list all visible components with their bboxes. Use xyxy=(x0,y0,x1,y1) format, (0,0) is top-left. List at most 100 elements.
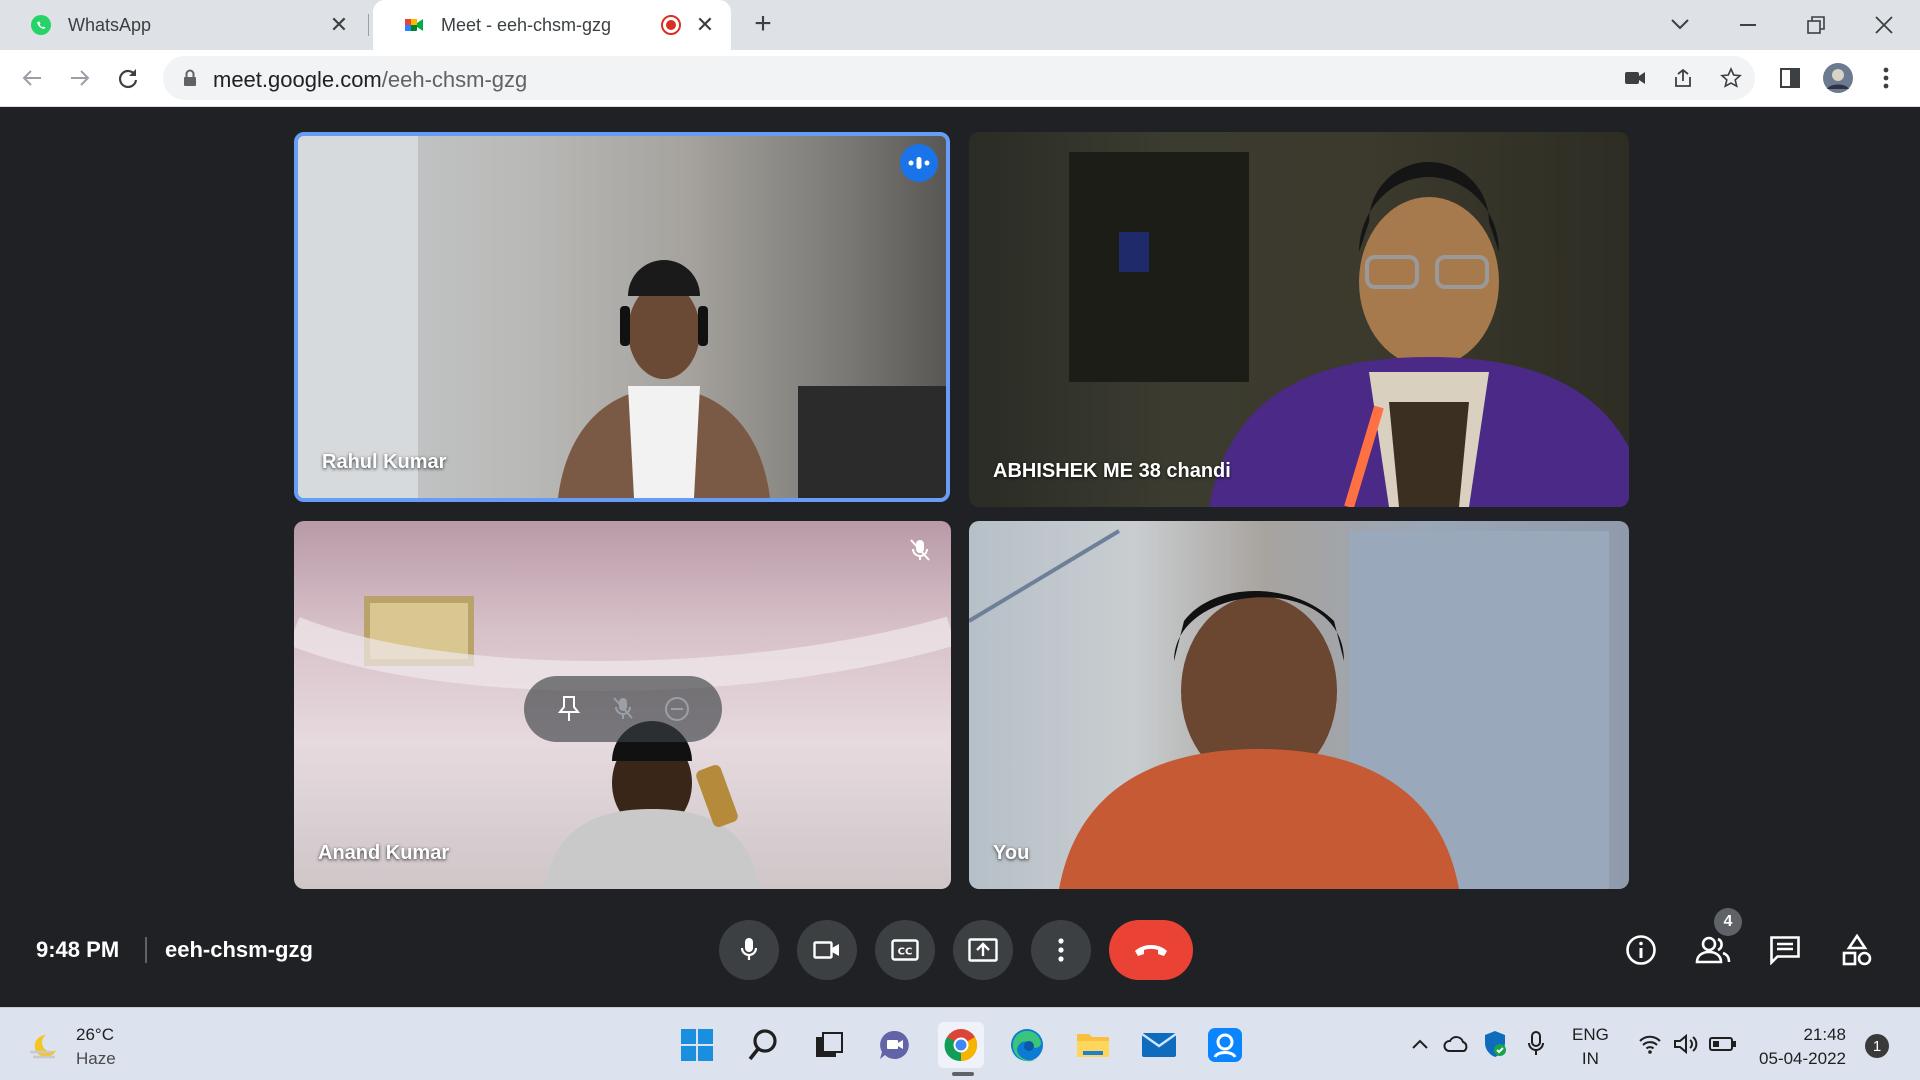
remove-participant-icon[interactable] xyxy=(660,692,694,726)
chrome-icon[interactable] xyxy=(938,1022,984,1068)
store-app-icon[interactable] xyxy=(1202,1022,1248,1068)
weather-description: Haze xyxy=(76,1049,116,1068)
video-feed xyxy=(298,136,946,498)
minimize-icon[interactable] xyxy=(1728,8,1768,42)
meeting-code: eeh-chsm-gzg xyxy=(165,937,313,962)
address-bar[interactable]: meet.google.com/eeh-chsm-gzg xyxy=(163,56,1755,100)
people-icon xyxy=(1695,936,1731,964)
forward-icon[interactable] xyxy=(64,62,96,94)
video-feed xyxy=(1069,152,1629,507)
back-icon[interactable] xyxy=(16,62,48,94)
speaking-indicator-icon xyxy=(900,144,938,182)
more-options-button[interactable] xyxy=(1031,920,1091,980)
bookmark-star-icon[interactable] xyxy=(1719,66,1743,90)
captions-icon: CC xyxy=(891,939,919,961)
recording-icon xyxy=(661,15,681,35)
battery-icon[interactable] xyxy=(1709,1030,1737,1058)
moon-haze-icon xyxy=(30,1034,56,1059)
meeting-time: 9:48 PM xyxy=(36,937,120,962)
edge-icon[interactable] xyxy=(1004,1022,1050,1068)
camera-in-use-icon[interactable] xyxy=(1623,66,1647,90)
weather-temperature: 26°C xyxy=(76,1025,114,1044)
activities-icon xyxy=(1842,934,1872,966)
profile-avatar[interactable] xyxy=(1822,62,1854,94)
participant-tile[interactable]: Rahul Kumar xyxy=(294,132,950,502)
captions-button[interactable]: CC xyxy=(875,920,935,980)
microphone-tray-icon[interactable] xyxy=(1522,1030,1550,1058)
activities-button[interactable] xyxy=(1833,926,1881,974)
task-view-icon[interactable] xyxy=(806,1022,852,1068)
teams-chat-icon[interactable] xyxy=(872,1022,918,1068)
language-code: ENG xyxy=(1572,1025,1609,1044)
close-window-icon[interactable] xyxy=(1864,8,1904,42)
browser-tab-bar: WhatsApp ✕ Meet - eeh-chsm-gzg ✕ + xyxy=(0,0,1920,50)
leave-call-button[interactable] xyxy=(1109,920,1193,980)
meet-stage: Rahul Kumar ABHISHEK ME 38 chandi Anand … xyxy=(0,107,1920,1007)
onedrive-icon[interactable] xyxy=(1443,1030,1471,1058)
tab-divider xyxy=(368,14,369,36)
tab-label: WhatsApp xyxy=(68,14,152,35)
notification-badge[interactable]: 1 xyxy=(1865,1034,1889,1058)
url-text[interactable]: meet.google.com/eeh-chsm-gzg xyxy=(213,67,527,93)
share-icon[interactable] xyxy=(1671,66,1695,90)
start-icon[interactable] xyxy=(674,1022,720,1068)
new-tab-button[interactable]: + xyxy=(748,9,778,40)
info-icon xyxy=(1626,935,1656,965)
present-screen-icon xyxy=(968,938,998,962)
chevron-up-icon[interactable] xyxy=(1406,1030,1434,1058)
reload-icon[interactable] xyxy=(112,62,144,94)
tab-meet[interactable]: Meet - eeh-chsm-gzg ✕ xyxy=(373,0,731,50)
chat-button[interactable] xyxy=(1761,926,1809,974)
tab-search-icon[interactable] xyxy=(1660,8,1700,42)
url-path: /eeh-chsm-gzg xyxy=(381,67,528,92)
divider xyxy=(145,937,147,963)
svg-text:CC: CC xyxy=(898,947,913,958)
active-app-indicator xyxy=(952,1072,974,1076)
close-tab-icon[interactable]: ✕ xyxy=(327,13,351,37)
whatsapp-icon xyxy=(30,14,52,36)
tile-hover-controls xyxy=(524,676,722,742)
search-icon[interactable] xyxy=(740,1022,786,1068)
google-meet-icon xyxy=(403,14,425,36)
meeting-details-button[interactable] xyxy=(1617,926,1665,974)
tab-label: Meet - eeh-chsm-gzg xyxy=(441,14,612,35)
participant-tile[interactable]: You xyxy=(969,521,1629,889)
browser-menu-icon[interactable] xyxy=(1870,62,1902,94)
weather-widget[interactable]: 26°C Haze xyxy=(28,1023,116,1071)
mail-icon[interactable] xyxy=(1136,1022,1182,1068)
more-vert-icon xyxy=(1058,938,1064,962)
security-shield-icon[interactable] xyxy=(1481,1030,1509,1058)
volume-icon[interactable] xyxy=(1672,1030,1700,1058)
camera-icon xyxy=(813,941,839,959)
mute-participant-icon[interactable] xyxy=(606,692,640,726)
camera-button[interactable] xyxy=(797,920,857,980)
chat-icon xyxy=(1770,936,1800,965)
participant-name: Anand Kumar xyxy=(318,842,450,864)
language-indicator[interactable]: ENG IN xyxy=(1572,1023,1609,1071)
end-call-icon xyxy=(1135,945,1167,956)
microphone-button[interactable] xyxy=(719,920,779,980)
people-count-badge: 4 xyxy=(1714,908,1742,936)
participant-name: Rahul Kumar xyxy=(322,451,447,473)
microphone-icon xyxy=(740,938,758,960)
restore-icon[interactable] xyxy=(1796,8,1836,42)
tab-whatsapp[interactable]: WhatsApp ✕ xyxy=(0,0,365,50)
meeting-control-bar: 9:48 PM eeh-chsm-gzg CC 4 xyxy=(0,900,1920,1007)
lock-icon[interactable] xyxy=(183,69,197,92)
video-feed xyxy=(969,529,1609,889)
pin-icon[interactable] xyxy=(552,692,586,726)
participant-tile[interactable]: ABHISHEK ME 38 chandi xyxy=(969,132,1629,507)
muted-mic-icon xyxy=(905,535,935,565)
present-screen-button[interactable] xyxy=(953,920,1013,980)
system-clock[interactable]: 21:48 05-04-2022 xyxy=(1752,1023,1846,1071)
file-explorer-icon[interactable] xyxy=(1070,1022,1116,1068)
close-tab-icon[interactable]: ✕ xyxy=(693,13,717,37)
url-host: meet.google.com xyxy=(213,67,382,92)
clock-date: 05-04-2022 xyxy=(1759,1049,1846,1068)
region-code: IN xyxy=(1581,1049,1599,1068)
participant-tile[interactable]: Anand Kumar xyxy=(294,521,951,889)
participant-name: ABHISHEK ME 38 chandi xyxy=(993,460,1231,482)
side-panel-icon[interactable] xyxy=(1774,62,1806,94)
wifi-icon[interactable] xyxy=(1636,1030,1664,1058)
clock-time: 21:48 xyxy=(1803,1025,1846,1044)
